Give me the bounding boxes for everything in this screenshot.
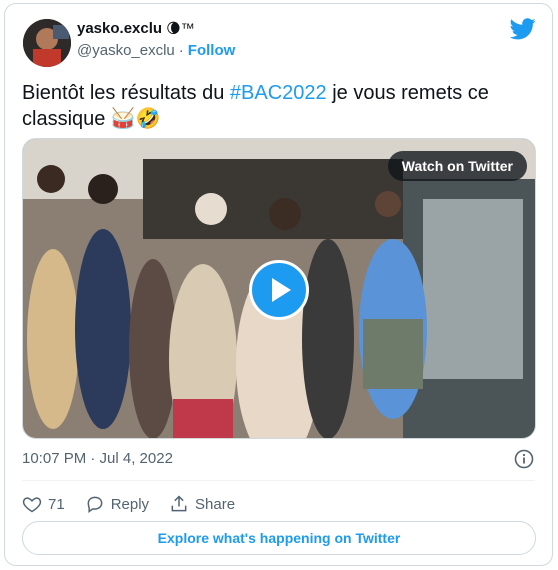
explore-button[interactable]: Explore what's happening on Twitter — [22, 521, 536, 555]
author-handle-row: @yasko_exclu · Follow — [77, 42, 235, 59]
author-name-row[interactable]: yasko.exclu 🌘™ — [77, 20, 195, 37]
play-icon — [272, 278, 291, 302]
heart-icon — [22, 497, 42, 513]
follow-button[interactable]: Follow — [188, 42, 236, 59]
author-name-emoji: 🌘™ — [166, 20, 195, 36]
hashtag-link[interactable]: #BAC2022 — [230, 82, 327, 104]
share-label: Share — [195, 495, 236, 513]
reply-label: Reply — [110, 495, 150, 513]
author-handle[interactable]: @yasko_exclu — [77, 42, 175, 59]
info-icon[interactable] — [514, 449, 534, 469]
tweet-card: yasko.exclu 🌘™ @yasko_exclu · Follow Bie… — [4, 3, 553, 566]
video-media[interactable]: Watch on Twitter — [22, 138, 536, 439]
like-count: 71 — [48, 495, 65, 513]
watch-on-twitter-button[interactable]: Watch on Twitter — [387, 151, 527, 181]
share-icon — [171, 495, 187, 512]
play-button[interactable] — [249, 260, 309, 320]
divider — [22, 480, 535, 481]
tweet-text: Bientôt les résultats du #BAC2022 je vou… — [22, 80, 522, 132]
handle-separator: · — [178, 42, 184, 59]
twitter-bird-icon[interactable] — [510, 18, 536, 40]
tweet-text-before: Bientôt les résultats du — [22, 82, 230, 104]
avatar-image — [23, 19, 71, 67]
reply-action[interactable]: Reply — [85, 494, 149, 514]
avatar[interactable] — [23, 19, 71, 67]
actions-row: 71 Reply Share — [22, 488, 235, 520]
share-action[interactable]: Share — [169, 494, 235, 514]
like-action[interactable]: 71 — [22, 494, 65, 514]
reply-icon — [87, 496, 103, 513]
author-display-name[interactable]: yasko.exclu — [77, 20, 162, 37]
tweet-timestamp[interactable]: 10:07 PM · Jul 4, 2022 — [22, 450, 173, 467]
